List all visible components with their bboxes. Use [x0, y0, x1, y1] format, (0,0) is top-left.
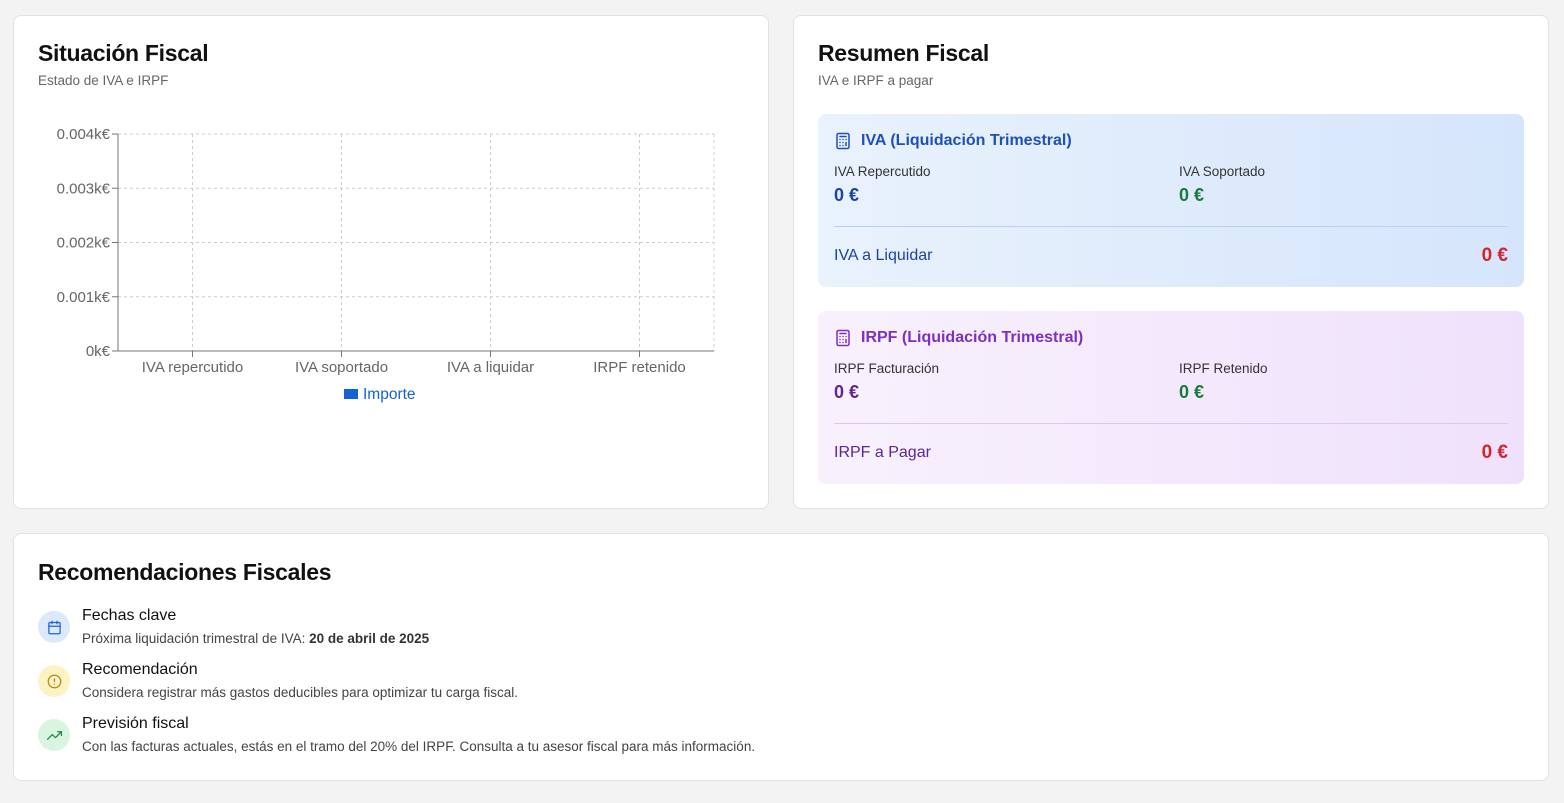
iva-total-label: IVA a Liquidar	[834, 247, 933, 264]
iva-total-value: 0 €	[1481, 245, 1508, 266]
card-title: Resumen Fiscal	[818, 40, 989, 66]
reco-text: Próxima liquidación trimestral de IVA: 2…	[82, 631, 430, 646]
divider	[834, 226, 1508, 227]
x-tick-label: IRPF retenido	[593, 359, 686, 376]
iva-soportado-label: IVA Soportado	[1179, 164, 1266, 179]
reco-text: Considera registrar más gastos deducible…	[82, 685, 518, 700]
irpf-facturacion-value: 0 €	[834, 382, 860, 402]
irpf-retenido-value: 0 €	[1179, 382, 1205, 402]
iva-soportado-value: 0 €	[1179, 185, 1205, 205]
reco-item-recommendation: Recomendación Considera registrar más ga…	[38, 661, 1038, 709]
iva-summary-box: IVA (Liquidación Trimestral) IVA Repercu…	[818, 114, 1524, 287]
alert-circle-icon	[38, 665, 70, 697]
calculator-icon	[836, 329, 850, 347]
iva-heading: IVA (Liquidación Trimestral)	[834, 132, 1072, 150]
calendar-icon	[38, 611, 70, 643]
irpf-heading: IRPF (Liquidación Trimestral)	[834, 329, 1083, 347]
fiscal-bar-chart: 0k€ 0.001k€ 0.002k€ 0.003k€ 0.004k€ IVA reper…	[57, 126, 715, 403]
iva-repercutido-value: 0 €	[834, 185, 860, 205]
tax-recommendations-card: Recomendaciones Fiscales Fechas clave Pr…	[13, 533, 1549, 781]
irpf-facturacion-label: IRPF Facturación	[834, 361, 940, 376]
calculator-icon	[836, 132, 850, 150]
key-date: 20 de abril de 2025	[309, 631, 430, 646]
x-tick-label: IVA repercutido	[142, 359, 243, 376]
card-subtitle: IVA e IRPF a pagar	[818, 73, 934, 88]
y-tick-label: 0.003k€	[57, 180, 111, 197]
irpf-retenido-label: IRPF Retenido	[1179, 361, 1268, 376]
reco-title: Recomendación	[82, 661, 198, 678]
fiscal-summary-card: Resumen Fiscal IVA e IRPF a pagar IVA (L…	[793, 15, 1549, 509]
divider	[834, 423, 1508, 424]
y-tick-label: 0.002k€	[57, 235, 111, 252]
irpf-summary-box: IRPF (Liquidación Trimestral) IRPF Factu…	[818, 311, 1524, 484]
reco-item-forecast: Previsión fiscal Con las facturas actual…	[38, 715, 1038, 763]
reco-text: Con las facturas actuales, estás en el t…	[82, 739, 756, 754]
iva-repercutido-label: IVA Repercutido	[834, 164, 931, 179]
x-tick-label: IVA a liquidar	[447, 359, 534, 376]
irpf-total-label: IRPF a Pagar	[834, 444, 931, 461]
reco-item-key-dates: Fechas clave Próxima liquidación trimest…	[38, 607, 1038, 655]
irpf-total-value: 0 €	[1481, 442, 1508, 463]
legend-label: Importe	[363, 386, 416, 403]
y-tick-label: 0.001k€	[57, 289, 111, 306]
fiscal-status-card: Situación Fiscal Estado de IVA e IRPF 0k…	[13, 15, 769, 509]
y-tick-label: 0k€	[86, 343, 111, 360]
reco-title: Previsión fiscal	[82, 715, 189, 732]
x-tick-label: IVA soportado	[295, 359, 388, 376]
iva-heading-text: IVA (Liquidación Trimestral)	[861, 132, 1072, 149]
legend-swatch	[344, 389, 358, 399]
card-title: Recomendaciones Fiscales	[38, 559, 332, 585]
trending-up-icon	[38, 719, 70, 751]
reco-title: Fechas clave	[82, 607, 177, 624]
y-tick-label: 0.004k€	[57, 126, 111, 143]
irpf-heading-text: IRPF (Liquidación Trimestral)	[861, 329, 1084, 346]
